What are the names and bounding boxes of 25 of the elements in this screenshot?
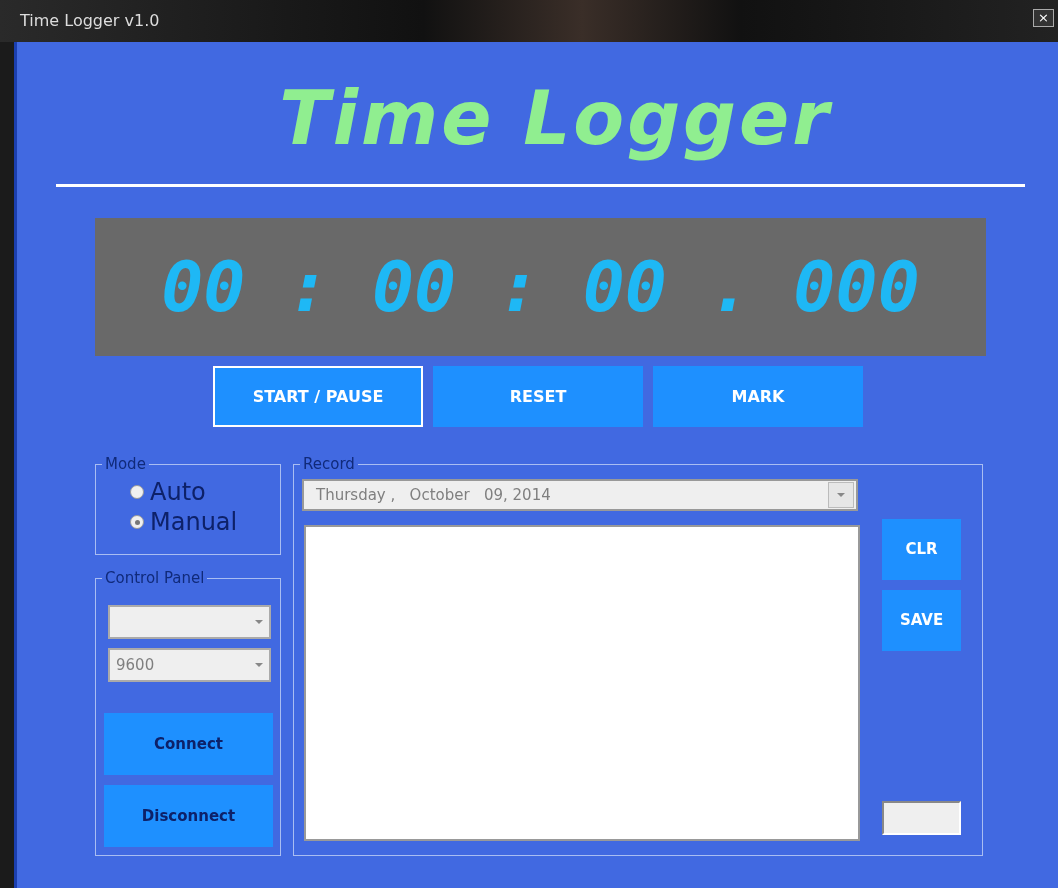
timer-digits: 00 : 00 : 00 . 000	[161, 244, 920, 330]
connection-button[interactable]: Disconnect	[104, 785, 273, 847]
mode-radio[interactable]: Manual	[130, 507, 280, 537]
group-legend: Control Panel	[102, 569, 208, 587]
timer-button[interactable]: MARK	[653, 366, 863, 427]
radio-icon[interactable]	[130, 515, 144, 529]
date-picker[interactable]: Thursday , October 09, 2014	[302, 479, 858, 511]
group-legend: Mode	[102, 455, 149, 473]
close-button[interactable]: ×	[1033, 9, 1054, 27]
radio-icon[interactable]	[130, 485, 144, 499]
record-button[interactable]: SAVE	[882, 590, 961, 651]
input-field[interactable]	[882, 801, 961, 835]
timer-button[interactable]: RESET	[433, 366, 643, 427]
caret-icon	[255, 620, 263, 624]
app-heading: Time Logger	[279, 75, 832, 161]
caret-icon	[255, 663, 263, 667]
timer-button[interactable]: START / PAUSE	[213, 366, 423, 427]
baud-rate-dropdown[interactable]: 9600	[108, 648, 271, 682]
mode-radio[interactable]: Auto	[130, 477, 280, 507]
record-button[interactable]: CLR	[882, 519, 961, 580]
group-legend: Record	[300, 455, 358, 473]
connection-button[interactable]: Connect	[104, 713, 273, 775]
window-title: Time Logger v1.0	[20, 10, 160, 32]
port-dropdown[interactable]	[108, 605, 271, 639]
caret-icon	[837, 493, 845, 497]
